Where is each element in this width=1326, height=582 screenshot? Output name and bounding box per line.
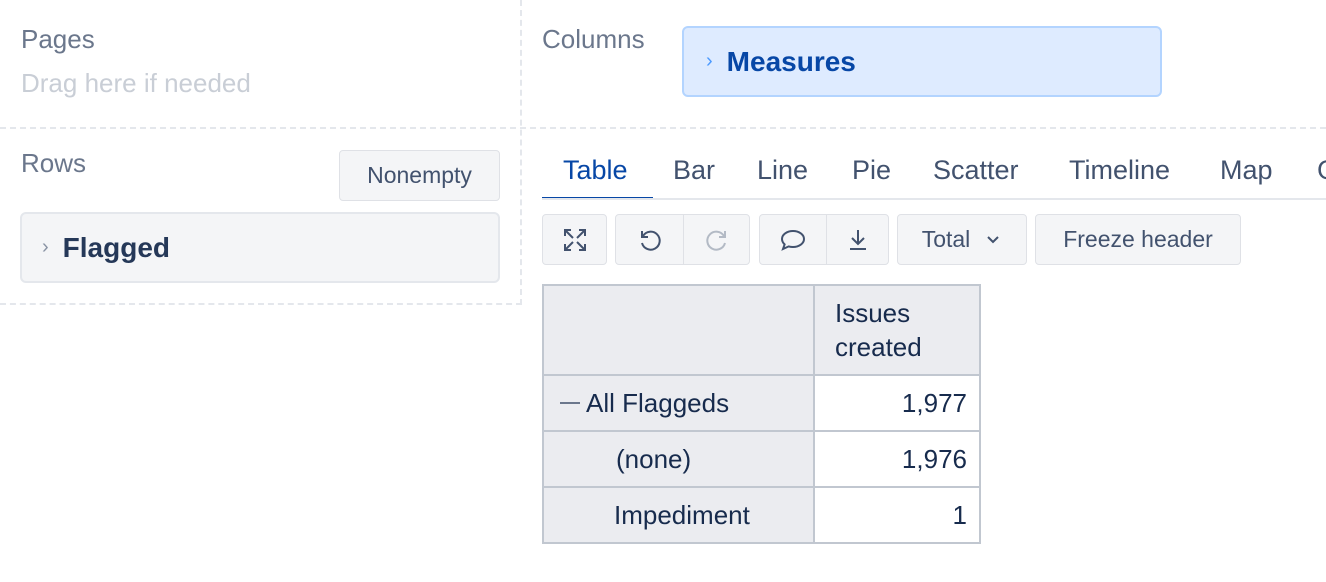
total-dropdown-label: Total bbox=[921, 226, 971, 252]
tab-timeline[interactable]: Timeline bbox=[1069, 146, 1170, 198]
measures-chip-label: Measures bbox=[726, 45, 856, 77]
value-cell: 1,977 bbox=[813, 374, 981, 432]
flagged-chip[interactable]: › Flagged bbox=[20, 212, 500, 283]
freeze-header-button[interactable]: Freeze header bbox=[1035, 214, 1241, 265]
comment-button[interactable] bbox=[760, 215, 826, 264]
divider-rows-bottom bbox=[0, 303, 522, 305]
column-header-issues-created[interactable]: Issues created bbox=[813, 284, 981, 376]
table-row: (none) 1,976 bbox=[542, 430, 981, 488]
table-row: Impediment 1 bbox=[542, 486, 981, 544]
redo-icon bbox=[706, 230, 726, 251]
corner-cell bbox=[542, 284, 815, 376]
chevron-down-icon bbox=[987, 235, 1000, 243]
row-header-none[interactable]: (none) bbox=[542, 430, 815, 488]
divider-vertical bbox=[520, 0, 522, 305]
annotate-group bbox=[759, 214, 889, 265]
download-button[interactable] bbox=[826, 215, 889, 264]
tab-pie[interactable]: Pie bbox=[852, 146, 891, 198]
comment-icon bbox=[780, 229, 806, 251]
undo-button[interactable] bbox=[616, 215, 683, 264]
row-header-impediment[interactable]: Impediment bbox=[542, 486, 815, 544]
history-group bbox=[615, 214, 750, 265]
chevron-right-icon: › bbox=[42, 236, 49, 258]
pivot-table: Issues created All Flaggeds 1,977 (none)… bbox=[542, 284, 981, 544]
rows-title: Rows bbox=[21, 148, 87, 178]
undo-icon bbox=[640, 230, 661, 251]
freeze-header-label: Freeze header bbox=[1063, 226, 1213, 252]
measures-chip[interactable]: › Measures bbox=[682, 26, 1162, 97]
tab-bar[interactable]: Bar bbox=[673, 146, 715, 198]
tab-scatter[interactable]: Scatter bbox=[933, 146, 1019, 198]
pages-title: Pages bbox=[21, 24, 95, 54]
download-icon bbox=[850, 229, 866, 250]
tab-map[interactable]: Map bbox=[1220, 146, 1273, 198]
table-row: All Flaggeds 1,977 bbox=[542, 374, 981, 432]
chevron-right-icon: › bbox=[706, 50, 713, 72]
row-header-all[interactable]: All Flaggeds bbox=[542, 374, 815, 432]
value-cell: 1,976 bbox=[813, 430, 981, 488]
value-cell: 1 bbox=[813, 486, 981, 544]
pages-drop-hint[interactable]: Drag here if needed bbox=[21, 68, 251, 99]
tab-table[interactable]: Table bbox=[563, 146, 628, 198]
active-tab-indicator bbox=[542, 197, 653, 198]
nonempty-button[interactable]: Nonempty bbox=[339, 150, 500, 201]
expand-icon bbox=[563, 228, 586, 251]
flagged-chip-label: Flagged bbox=[62, 231, 171, 263]
collapse-icon[interactable] bbox=[560, 401, 580, 404]
redo-button[interactable] bbox=[683, 215, 750, 264]
tab-line[interactable]: Line bbox=[757, 146, 808, 198]
tab-gantt[interactable]: Gantt bbox=[1317, 146, 1326, 198]
fullscreen-button[interactable] bbox=[542, 214, 607, 265]
divider-top bbox=[0, 127, 1326, 129]
view-tabs: Table Bar Line Pie Scatter Timeline Map … bbox=[542, 146, 1326, 200]
columns-title: Columns bbox=[542, 24, 645, 54]
total-dropdown[interactable]: Total bbox=[897, 214, 1027, 265]
